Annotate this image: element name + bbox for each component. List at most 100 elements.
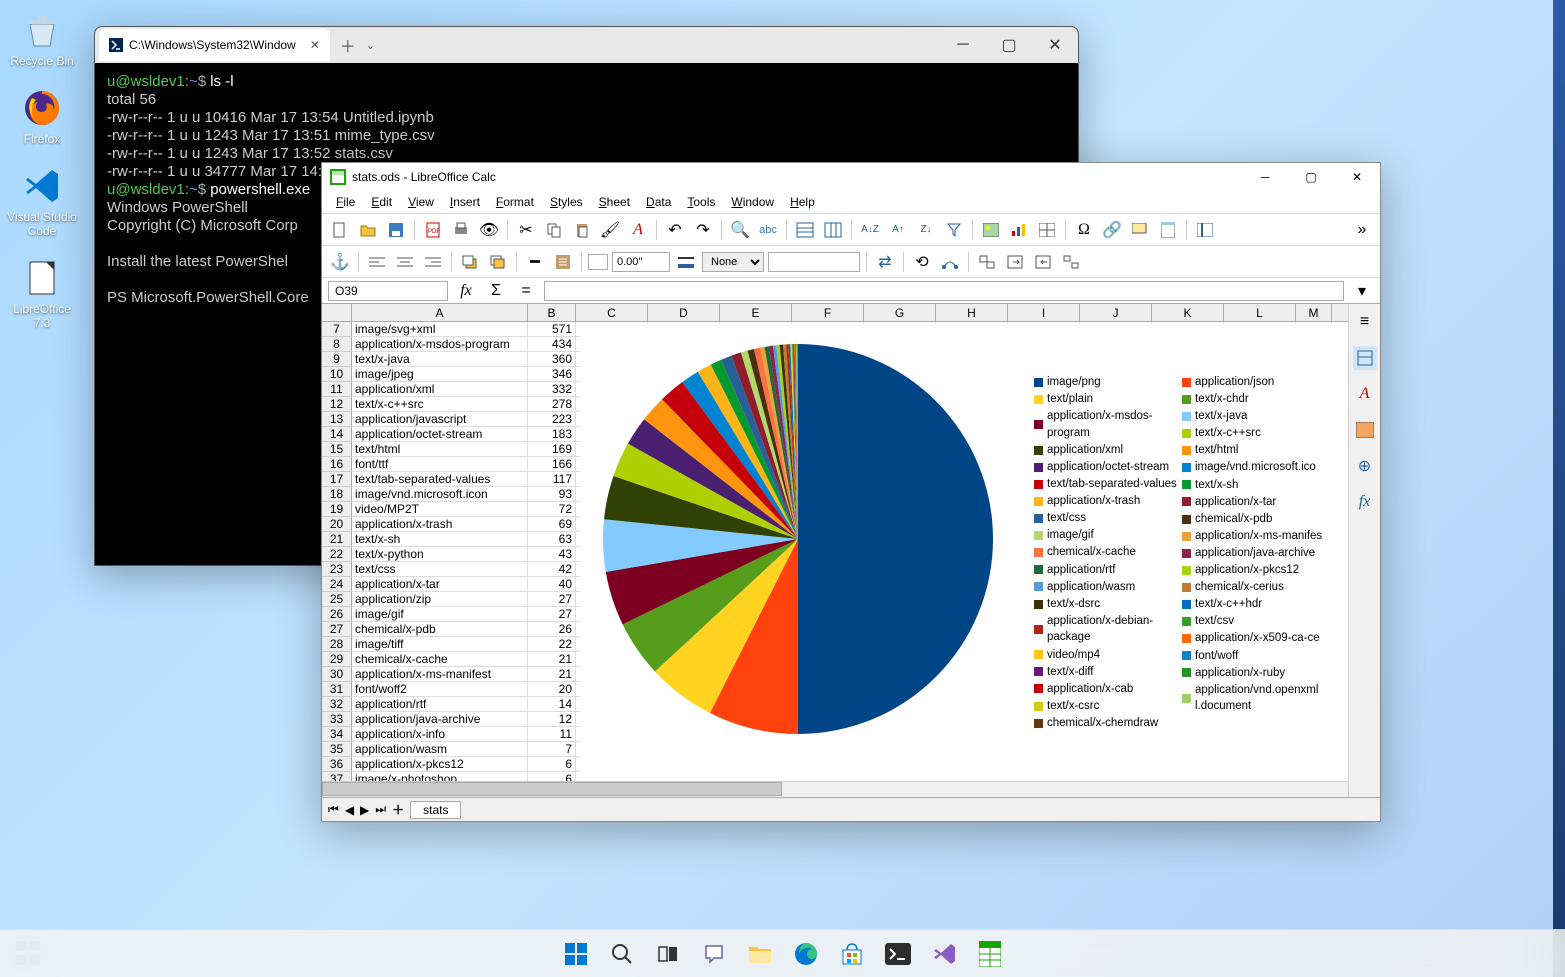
scroll-thumb[interactable] <box>322 782 782 796</box>
row-header[interactable]: 24 <box>322 577 352 592</box>
row-header[interactable]: 23 <box>322 562 352 577</box>
terminal-tab[interactable]: C:\Windows\System32\Window ✕ <box>99 29 330 61</box>
sort-asc-icon[interactable]: A↑ <box>886 218 910 242</box>
cell[interactable]: text/x-c++src <box>352 397 528 412</box>
column-header[interactable]: J <box>1080 304 1152 321</box>
cell[interactable]: text/html <box>352 442 528 457</box>
row-header[interactable]: 19 <box>322 502 352 517</box>
cell[interactable]: application/x-msdos-program <box>352 337 528 352</box>
cell[interactable]: application/javascript <box>352 412 528 427</box>
cell[interactable]: chemical/x-pdb <box>352 622 528 637</box>
column-header[interactable]: G <box>864 304 936 321</box>
bring-front-icon[interactable] <box>458 250 482 274</box>
select-all-corner[interactable] <box>322 304 352 321</box>
edge-panel[interactable] <box>1553 0 1565 977</box>
fill-style-select[interactable]: None <box>702 252 764 272</box>
pivot-icon[interactable] <box>1035 218 1059 242</box>
tab-dropdown-icon[interactable]: ⌄ <box>366 39 375 52</box>
cell[interactable]: 63 <box>528 532 576 547</box>
styles-panel-icon[interactable]: A <box>1353 382 1377 406</box>
align-left-icon[interactable] <box>365 250 389 274</box>
cell[interactable]: 40 <box>528 577 576 592</box>
menu-view[interactable]: View <box>400 195 442 209</box>
row-header[interactable]: 15 <box>322 442 352 457</box>
row-header[interactable]: 7 <box>322 322 352 337</box>
group-icon[interactable] <box>975 250 999 274</box>
cell[interactable]: text/css <box>352 562 528 577</box>
row-header[interactable]: 13 <box>322 412 352 427</box>
cell[interactable]: 26 <box>528 622 576 637</box>
cell[interactable]: 27 <box>528 592 576 607</box>
cell[interactable]: 11 <box>528 727 576 742</box>
maximize-button[interactable]: ▢ <box>1288 163 1334 191</box>
print-icon[interactable] <box>449 218 473 242</box>
desktop-icon-recycle-bin[interactable]: Recycle Bin <box>4 8 80 68</box>
column-header[interactable]: K <box>1152 304 1224 321</box>
menu-help[interactable]: Help <box>782 195 823 209</box>
cell[interactable]: application/java-archive <box>352 712 528 727</box>
sidebar-settings-icon[interactable]: ≡ <box>1353 310 1377 334</box>
cell[interactable]: 166 <box>528 457 576 472</box>
formula-icon[interactable]: = <box>514 279 538 303</box>
paragraph-icon[interactable] <box>551 250 575 274</box>
cell[interactable]: 93 <box>528 487 576 502</box>
hyperlink-icon[interactable]: 🔗 <box>1100 218 1124 242</box>
row-header[interactable]: 34 <box>322 727 352 742</box>
search-button[interactable] <box>602 934 642 974</box>
add-sheet-icon[interactable]: ＋ <box>392 801 404 818</box>
cell[interactable]: 6 <box>528 757 576 772</box>
row-icon[interactable] <box>793 218 817 242</box>
menu-styles[interactable]: Styles <box>542 195 591 209</box>
anchor-icon[interactable]: ⚓ <box>328 250 352 274</box>
clone-format-icon[interactable]: 🖌 <box>598 218 622 242</box>
row-header[interactable]: 14 <box>322 427 352 442</box>
cell[interactable]: 571 <box>528 322 576 337</box>
menu-edit[interactable]: Edit <box>363 195 400 209</box>
row-header[interactable]: 30 <box>322 667 352 682</box>
open-icon[interactable] <box>356 218 380 242</box>
column-header[interactable]: C <box>576 304 648 321</box>
new-tab-button[interactable]: ＋ <box>340 33 356 57</box>
redo-icon[interactable]: ↷ <box>691 218 715 242</box>
row-header[interactable]: 26 <box>322 607 352 622</box>
cell[interactable]: text/x-java <box>352 352 528 367</box>
chat-button[interactable] <box>694 934 734 974</box>
freeze-icon[interactable] <box>1193 218 1217 242</box>
store-button[interactable] <box>832 934 872 974</box>
calc-taskbar-button[interactable] <box>970 934 1010 974</box>
row-header[interactable]: 11 <box>322 382 352 397</box>
cell[interactable]: 183 <box>528 427 576 442</box>
insert-chart-icon[interactable] <box>1007 218 1031 242</box>
horizontal-scrollbar[interactable] <box>322 781 1348 797</box>
last-sheet-icon[interactable]: ⏭ <box>375 802 386 817</box>
cell[interactable]: font/ttf <box>352 457 528 472</box>
row-header[interactable]: 25 <box>322 592 352 607</box>
menu-insert[interactable]: Insert <box>442 195 488 209</box>
properties-panel-icon[interactable] <box>1353 346 1377 370</box>
row-header[interactable]: 18 <box>322 487 352 502</box>
row-header[interactable]: 35 <box>322 742 352 757</box>
close-button[interactable]: ✕ <box>1334 163 1380 191</box>
points-icon[interactable] <box>938 250 962 274</box>
sort-desc-icon[interactable]: Z↓ <box>914 218 938 242</box>
sheet-tab[interactable]: stats <box>410 801 461 819</box>
print-preview-icon[interactable]: 👁 <box>477 218 501 242</box>
save-icon[interactable] <box>384 218 408 242</box>
cell[interactable]: application/rtf <box>352 697 528 712</box>
insert-image-icon[interactable] <box>979 218 1003 242</box>
expand-formula-icon[interactable]: ▾ <box>1350 279 1374 303</box>
menu-sheet[interactable]: Sheet <box>591 195 638 209</box>
row-header[interactable]: 10 <box>322 367 352 382</box>
task-view-button[interactable] <box>648 934 688 974</box>
sum-icon[interactable]: Σ <box>484 279 508 303</box>
cell[interactable]: 42 <box>528 562 576 577</box>
formula-input[interactable] <box>544 281 1344 301</box>
navigator-panel-icon[interactable]: ⊕ <box>1353 454 1377 478</box>
find-icon[interactable]: 🔍 <box>728 218 752 242</box>
maximize-button[interactable]: ▢ <box>986 27 1032 63</box>
edge-button[interactable] <box>786 934 826 974</box>
cell[interactable]: text/tab-separated-values <box>352 472 528 487</box>
cell[interactable]: 12 <box>528 712 576 727</box>
cell[interactable]: 43 <box>528 547 576 562</box>
column-header[interactable]: L <box>1224 304 1296 321</box>
